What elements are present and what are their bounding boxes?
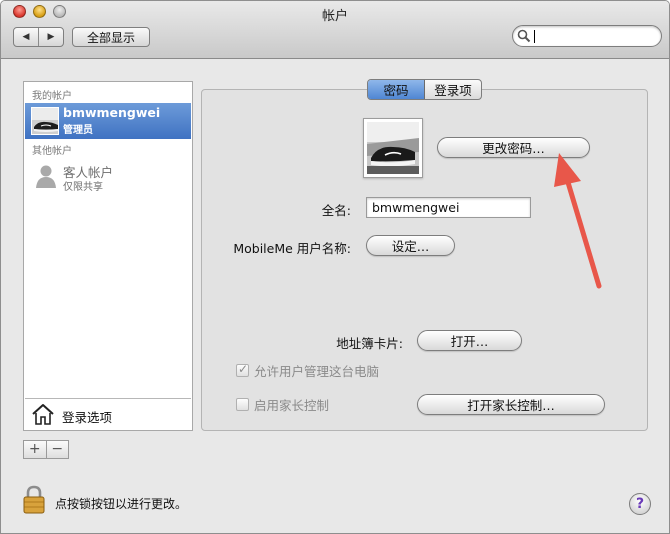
allow-admin-row: ✓ 允许用户管理这台电脑 bbox=[236, 361, 380, 379]
search-icon bbox=[517, 29, 531, 43]
show-all-button[interactable]: 全部显示 bbox=[72, 27, 150, 47]
forward-button[interactable]: ▶ bbox=[38, 28, 63, 46]
checkmark-icon: ✓ bbox=[238, 361, 249, 376]
title-bar: 帐户 ◀ ▶ 全部显示 bbox=[1, 1, 669, 59]
add-account-button[interactable]: + bbox=[24, 441, 46, 458]
accounts-sidebar: 我的帐户 bmwmengwei 管理员 其他帐户 客人帐户 仅限共享 登录选项 bbox=[23, 81, 193, 431]
minimize-window-button[interactable] bbox=[33, 5, 46, 18]
search-input[interactable] bbox=[533, 28, 655, 44]
login-options-item[interactable]: 登录选项 bbox=[25, 398, 191, 430]
accounts-window: 帐户 ◀ ▶ 全部显示 我的帐户 bmwmengwei 管理员 其他帐户 客人帐… bbox=[0, 0, 670, 534]
window-title: 帐户 bbox=[321, 9, 348, 24]
allow-admin-label: 允许用户管理这台电脑 bbox=[254, 363, 380, 379]
lock-icon[interactable] bbox=[22, 484, 46, 514]
house-icon bbox=[32, 404, 54, 425]
lock-hint-text: 点按锁按钮以进行更改。 bbox=[55, 497, 188, 511]
zoom-window-button[interactable] bbox=[53, 5, 66, 18]
full-name-field[interactable] bbox=[366, 197, 531, 218]
text-cursor bbox=[534, 30, 535, 43]
current-user-role: 管理员 bbox=[63, 125, 93, 136]
current-user-name: bmwmengwei bbox=[63, 105, 161, 120]
mobileme-setup-button[interactable]: 设定… bbox=[366, 235, 455, 256]
tab-bar: 密码 登录项 bbox=[367, 79, 482, 100]
other-accounts-heading: 其他帐户 bbox=[32, 146, 72, 157]
sidebar-item-guest[interactable]: 客人帐户 仅限共享 bbox=[25, 159, 191, 195]
sidebar-item-current-user[interactable]: bmwmengwei 管理员 bbox=[25, 103, 191, 139]
add-remove-control: + − bbox=[23, 440, 69, 459]
my-accounts-heading: 我的帐户 bbox=[32, 91, 72, 102]
mobileme-username-label: MobileMe 用户名称: bbox=[233, 241, 351, 256]
guest-account-status: 仅限共享 bbox=[63, 182, 103, 193]
parental-controls-checkbox[interactable] bbox=[236, 397, 249, 411]
shoe-picture-icon bbox=[367, 122, 419, 174]
user-avatar bbox=[31, 107, 59, 135]
search-field[interactable] bbox=[512, 25, 662, 47]
open-parental-controls-button[interactable]: 打开家长控制… bbox=[417, 394, 605, 415]
tab-login-items[interactable]: 登录项 bbox=[425, 80, 481, 99]
open-address-card-button[interactable]: 打开… bbox=[417, 330, 522, 351]
address-card-label: 地址簿卡片: bbox=[336, 336, 403, 351]
allow-admin-checkbox[interactable]: ✓ bbox=[236, 361, 249, 377]
remove-account-button[interactable]: − bbox=[45, 441, 69, 458]
user-silhouette-icon bbox=[36, 165, 56, 188]
parental-controls-row: 启用家长控制 bbox=[236, 396, 330, 413]
shoe-picture-icon bbox=[32, 108, 58, 134]
tab-password[interactable]: 密码 bbox=[368, 80, 425, 99]
login-options-label: 登录选项 bbox=[62, 410, 113, 425]
full-name-label: 全名: bbox=[321, 203, 351, 218]
back-button[interactable]: ◀ bbox=[14, 28, 38, 46]
back-forward-control: ◀ ▶ bbox=[13, 27, 64, 47]
change-password-button[interactable]: 更改密码… bbox=[437, 137, 590, 158]
close-window-button[interactable] bbox=[13, 5, 26, 18]
help-button[interactable]: ? bbox=[629, 493, 651, 515]
parental-controls-label: 启用家长控制 bbox=[254, 397, 330, 413]
user-picture[interactable] bbox=[363, 118, 423, 178]
